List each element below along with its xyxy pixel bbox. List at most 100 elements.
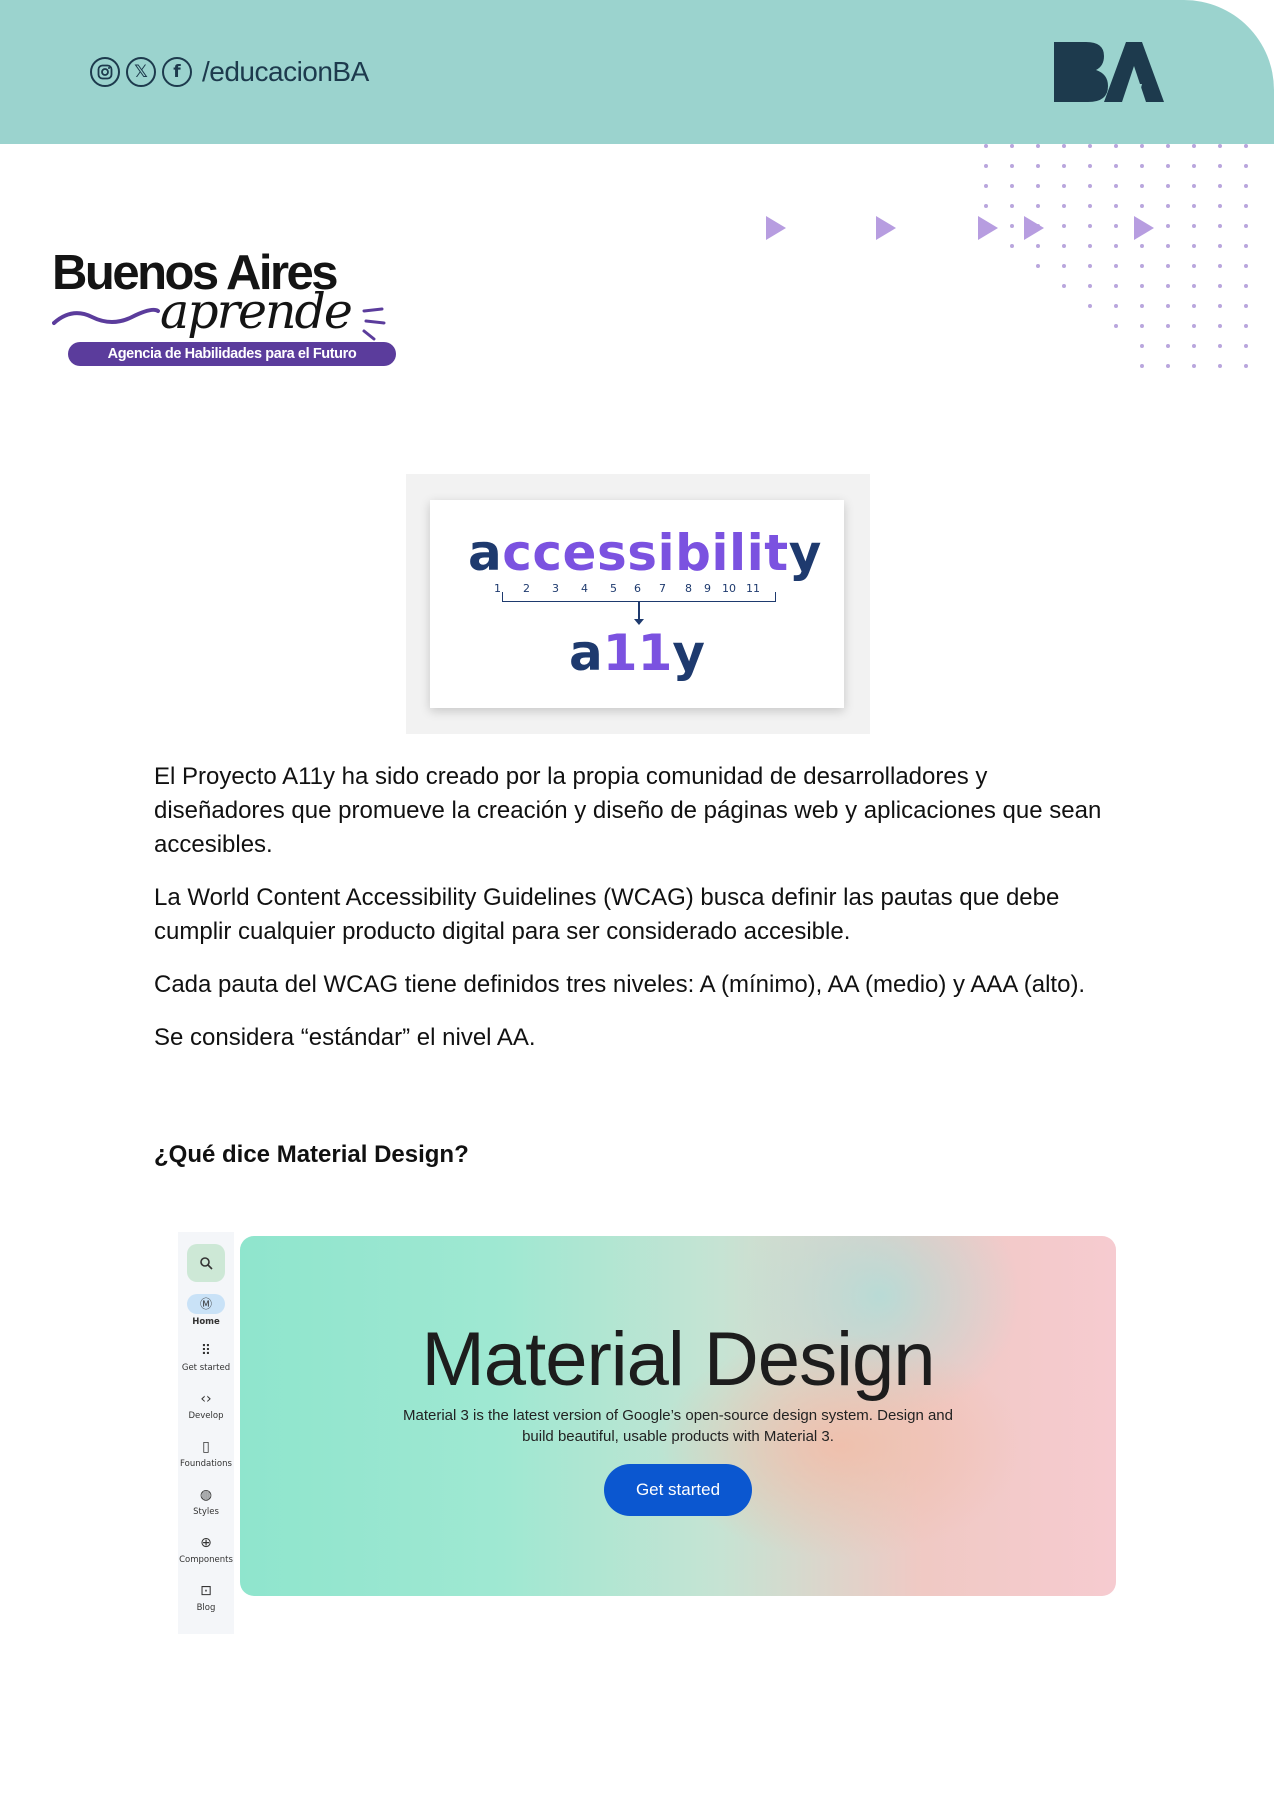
decorative-dot-grid: /* dots drawn below */ — [984, 144, 1248, 368]
decorative-dot — [1218, 204, 1222, 208]
decorative-dot — [1036, 264, 1040, 268]
decorative-dot — [1010, 204, 1014, 208]
get-started-button[interactable]: Get started — [604, 1464, 752, 1516]
nav-label: Foundations — [180, 1459, 232, 1469]
decorative-dot — [1166, 364, 1170, 368]
paragraph: La World Content Accessibility Guideline… — [154, 884, 1060, 945]
decorative-dot — [1036, 164, 1040, 168]
decorative-dot — [1166, 304, 1170, 308]
decorative-dot — [1166, 324, 1170, 328]
decorative-dot — [1036, 184, 1040, 188]
word-last: y — [788, 524, 822, 582]
decorative-dot — [1166, 164, 1170, 168]
decorative-dot — [1114, 144, 1118, 148]
decorative-dot — [1192, 284, 1196, 288]
decorative-dot — [1244, 244, 1248, 248]
decorative-dot — [1114, 204, 1118, 208]
nav-label: Styles — [193, 1507, 219, 1517]
decorative-dot — [1088, 184, 1092, 188]
decorative-dot — [1192, 184, 1196, 188]
nav-item-styles[interactable]: ◍ Styles — [178, 1486, 234, 1517]
decorative-dot — [1010, 144, 1014, 148]
brand-tagline: Agencia de Habilidades para el Futuro — [68, 342, 396, 366]
decorative-dot — [1192, 224, 1196, 228]
nav-item-blog[interactable]: ⊡ Blog — [178, 1582, 234, 1613]
hero-title: Material Design — [421, 1317, 936, 1402]
decorative-dot — [1244, 204, 1248, 208]
decorative-dot — [1244, 224, 1248, 228]
decorative-dot — [1140, 324, 1144, 328]
decorative-dot — [1062, 144, 1066, 148]
nav-item-develop[interactable]: ‹› Develop — [178, 1390, 234, 1421]
decorative-dot — [1244, 304, 1248, 308]
buenos-aires-aprende-logo: Buenos Aires aprende Agencia de Habilida… — [52, 245, 396, 375]
decorative-dot — [1244, 324, 1248, 328]
count-arrow-line — [638, 601, 640, 621]
palette-icon: ◍ — [199, 1487, 213, 1503]
decorative-dot — [1140, 164, 1144, 168]
nav-label: Components — [179, 1555, 233, 1565]
a11y-figure: accessibility 1 2 3 4 5 6 7 8 9 10 11 a11y — [406, 474, 870, 734]
decorative-dot — [1244, 344, 1248, 348]
decorative-dot — [1244, 144, 1248, 148]
nav-label: Blog — [196, 1603, 216, 1613]
decorative-dot — [1192, 244, 1196, 248]
decorative-dot — [1218, 184, 1222, 188]
add-circle-icon: ⊕ — [200, 1535, 212, 1551]
search-icon[interactable] — [187, 1244, 225, 1282]
decorative-dot — [984, 164, 988, 168]
word-first: a — [468, 524, 503, 582]
word-middle: ccessibilit — [502, 524, 789, 582]
hero-subtitle: Material 3 is the latest version of Goog… — [402, 1407, 953, 1445]
nav-label: Home — [192, 1317, 220, 1327]
short-mid: 11 — [602, 624, 673, 682]
nav-item-get-started[interactable]: ⠿ Get started — [178, 1342, 234, 1373]
decorative-dot — [1140, 144, 1144, 148]
paragraph: Cada pauta del WCAG tiene definidos tres… — [154, 971, 1086, 998]
decorative-dot — [984, 204, 988, 208]
decorative-dot — [1218, 284, 1222, 288]
decorative-dot — [1166, 144, 1170, 148]
decorative-dot — [1218, 264, 1222, 268]
nav-item-components[interactable]: ⊕ Components — [178, 1534, 234, 1565]
decorative-dot — [984, 184, 988, 188]
decorative-dot — [1192, 364, 1196, 368]
book-icon: ▯ — [202, 1439, 210, 1455]
a11y-short-word: a11y — [430, 624, 844, 682]
header-band: 𝕏 f /educacionBA — [0, 0, 1274, 144]
decorative-dot — [1218, 144, 1222, 148]
decorative-dot — [1140, 204, 1144, 208]
decorative-dot — [1062, 204, 1066, 208]
brand-line2: aprende — [160, 283, 353, 340]
body-text: El Proyecto A11y ha sido creado por la p… — [154, 760, 1114, 1074]
nav-label: Get started — [181, 1363, 231, 1373]
decorative-dot — [1140, 264, 1144, 268]
instagram-icon[interactable] — [90, 57, 120, 87]
decorative-dot — [1010, 184, 1014, 188]
decorative-dot — [1192, 324, 1196, 328]
material-hero: Material Design Material 3 is the latest… — [240, 1236, 1116, 1596]
decorative-dot — [1088, 204, 1092, 208]
x-icon[interactable]: 𝕏 — [126, 57, 156, 87]
material-design-screenshot: Ⓜ Home ⠿ Get started ‹› Develop ▯ Founda… — [178, 1232, 1122, 1634]
facebook-icon[interactable]: f — [162, 57, 192, 87]
decorative-dot — [1010, 164, 1014, 168]
decorative-dot — [1166, 264, 1170, 268]
decorative-dot — [1218, 224, 1222, 228]
decorative-arrows — [766, 216, 1154, 240]
decorative-dot — [1244, 364, 1248, 368]
paragraph: Se considera “estándar” el nivel AA. — [154, 1024, 536, 1051]
decorative-dot — [1192, 264, 1196, 268]
nav-item-foundations[interactable]: ▯ Foundations — [178, 1438, 234, 1469]
decorative-dot — [1088, 264, 1092, 268]
short-last: y — [672, 624, 705, 682]
decorative-dot — [1114, 184, 1118, 188]
a11y-card: accessibility 1 2 3 4 5 6 7 8 9 10 11 a11y — [430, 500, 844, 708]
nav-item-home[interactable]: Ⓜ Home — [178, 1294, 234, 1327]
section-heading: ¿Qué dice Material Design? — [154, 1141, 469, 1168]
letter-count-number: 1 — [494, 582, 501, 595]
ba-logo — [1052, 40, 1164, 109]
decorative-dot — [1114, 164, 1118, 168]
decorative-dot — [1192, 204, 1196, 208]
decorative-dot — [1036, 204, 1040, 208]
